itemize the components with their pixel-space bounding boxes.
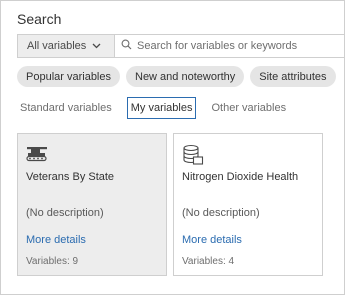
search-panel: Search All variables Popular variables N… (0, 0, 345, 295)
variable-card-nitrogen-dioxide-health[interactable]: Nitrogen Dioxide Health (No description)… (173, 133, 323, 276)
tab-standard-variables[interactable]: Standard variables (17, 97, 115, 119)
chip-popular-variables[interactable]: Popular variables (17, 66, 120, 87)
scope-dropdown-label: All variables (27, 40, 87, 52)
chip-site-attributes[interactable]: Site attributes (250, 66, 336, 87)
chevron-down-icon (92, 41, 102, 51)
variable-scope-dropdown[interactable]: All variables (18, 35, 115, 57)
card-title: Nitrogen Dioxide Health (182, 171, 299, 183)
search-bar: All variables (17, 34, 345, 58)
more-details-link[interactable]: More details (26, 234, 86, 246)
chip-new-and-noteworthy[interactable]: New and noteworthy (126, 66, 245, 87)
search-field (115, 35, 345, 57)
more-details-link[interactable]: More details (182, 234, 242, 246)
category-chips: Popular variables New and noteworthy Sit… (17, 66, 336, 87)
card-description: (No description) (26, 207, 104, 219)
variable-count: Variables: 9 (26, 256, 79, 267)
tank-icon (26, 144, 48, 164)
tab-other-variables[interactable]: Other variables (208, 97, 289, 119)
variable-count: Variables: 4 (182, 256, 235, 267)
variable-card-veterans-by-state[interactable]: Veterans By State (No description) More … (17, 133, 167, 276)
variable-tabs: Standard variables My variables Other va… (17, 97, 289, 119)
tab-my-variables[interactable]: My variables (126, 97, 197, 119)
search-input[interactable] (137, 40, 337, 52)
card-description: (No description) (182, 207, 260, 219)
card-title: Veterans By State (26, 171, 115, 183)
panel-title: Search (17, 11, 62, 27)
search-icon (121, 37, 132, 55)
database-icon (182, 144, 204, 165)
